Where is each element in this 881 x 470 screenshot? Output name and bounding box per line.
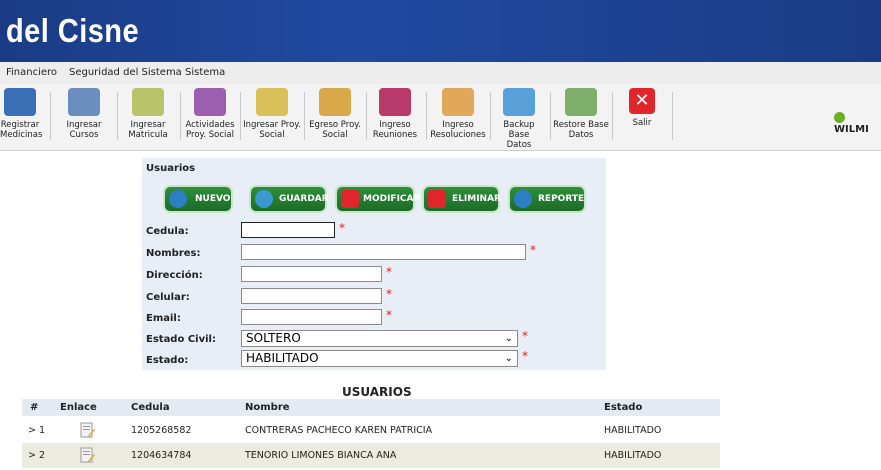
reporte-button[interactable]: REPORTE <box>510 187 584 211</box>
user-online-icon <box>834 112 845 123</box>
grid-title: USUARIOS <box>342 385 412 399</box>
activities-icon <box>194 88 226 116</box>
edit-icon <box>341 190 359 208</box>
cedula-required-mark: * <box>339 221 345 235</box>
nuevo-button[interactable]: NUEVO <box>165 187 231 211</box>
ingresar-matricula-button[interactable]: Ingresar Matricula <box>124 88 172 140</box>
estado-label: Estado: <box>146 355 189 366</box>
ingreso-resoluciones-button[interactable]: Ingreso Resoluciones <box>428 88 488 140</box>
backup-base-datos-button[interactable]: Backup Base Datos <box>492 88 546 150</box>
guardar-button[interactable]: GUARDAR <box>251 187 329 211</box>
delete-icon <box>428 190 446 208</box>
table-row[interactable]: > 2 1204634784 TENORIO LIMONES BIANCA AN… <box>22 443 720 468</box>
ingresar-cursos-button[interactable]: Ingresar Cursos <box>60 88 108 140</box>
email-required-mark: * <box>386 308 392 322</box>
course-icon <box>68 88 100 116</box>
estado-required-mark: * <box>522 349 528 363</box>
save-icon <box>255 190 273 208</box>
egreso-proy-social-button[interactable]: Egreso Proy. Social <box>307 88 363 140</box>
menu-bar: Financiero Seguridad del Sistema Sistema <box>0 62 881 85</box>
estado-select[interactable]: HABILITADO ⌄ <box>241 350 518 367</box>
edit-link-icon[interactable] <box>78 446 96 464</box>
menu-sistema[interactable]: Sistema <box>185 67 225 78</box>
meetings-icon <box>379 88 411 116</box>
eliminar-button[interactable]: ELIMINAR <box>424 187 501 211</box>
backup-icon <box>503 88 535 116</box>
edit-link-icon[interactable] <box>78 421 96 439</box>
estado-civil-select[interactable]: SOLTERO ⌄ <box>241 330 518 347</box>
estado-civil-required-mark: * <box>522 329 528 343</box>
ingreso-reuniones-button[interactable]: Ingreso Reuniones <box>370 88 420 140</box>
nombres-label: Nombres: <box>146 248 201 259</box>
celular-label: Celular: <box>146 292 190 303</box>
grid-header: # Enlace Cedula Nombre Estado <box>22 399 720 416</box>
report-icon <box>514 190 532 208</box>
nombres-input[interactable] <box>241 244 526 260</box>
actividades-proy-social-button[interactable]: Actividades Proy. Social <box>184 88 236 140</box>
chevron-down-icon: ⌄ <box>504 333 513 344</box>
email-label: Email: <box>146 313 181 324</box>
registrar-medicinas-button[interactable]: Registrar Medicinas <box>0 88 42 140</box>
salir-button[interactable]: ✕ Salir <box>622 88 662 128</box>
enrollment-icon <box>132 88 164 116</box>
nombres-required-mark: * <box>530 243 536 257</box>
menu-financiero[interactable]: Financiero <box>6 67 57 78</box>
header-banner: del Cisne <box>0 0 881 62</box>
restore-icon <box>565 88 597 116</box>
email-input[interactable] <box>241 309 382 325</box>
table-row[interactable]: > 1 1205268582 CONTRERAS PACHECO KAREN P… <box>22 418 720 443</box>
cedula-label: Cedula: <box>146 226 189 237</box>
chevron-down-icon: ⌄ <box>504 353 513 364</box>
celular-input[interactable] <box>241 288 382 304</box>
menu-seguridad[interactable]: Seguridad del Sistema <box>69 67 182 78</box>
form-title: Usuarios <box>146 163 196 174</box>
modificar-button[interactable]: MODIFICAR <box>337 187 420 211</box>
cedula-input[interactable] <box>241 222 335 238</box>
row-number: > 1 <box>28 425 46 436</box>
exit-project-icon <box>319 88 351 116</box>
exit-icon: ✕ <box>629 88 655 114</box>
user-badge[interactable]: WILMI <box>834 112 881 135</box>
row-number: > 2 <box>28 450 46 461</box>
resolutions-icon <box>442 88 474 116</box>
direccion-label: Dirección: <box>146 270 203 281</box>
celular-required-mark: * <box>386 287 392 301</box>
estado-civil-label: Estado Civil: <box>146 334 216 345</box>
toolbar: Registrar Medicinas Ingresar Cursos Ingres… <box>0 84 881 151</box>
direccion-input[interactable] <box>241 266 382 282</box>
restore-base-datos-button[interactable]: Restore Base Datos <box>553 88 609 140</box>
ingresar-proy-social-button[interactable]: Ingresar Proy. Social <box>242 88 302 140</box>
direccion-required-mark: * <box>386 265 392 279</box>
app-title: del Cisne <box>6 12 140 49</box>
medicine-icon <box>4 88 36 116</box>
new-icon <box>169 190 187 208</box>
project-icon <box>256 88 288 116</box>
